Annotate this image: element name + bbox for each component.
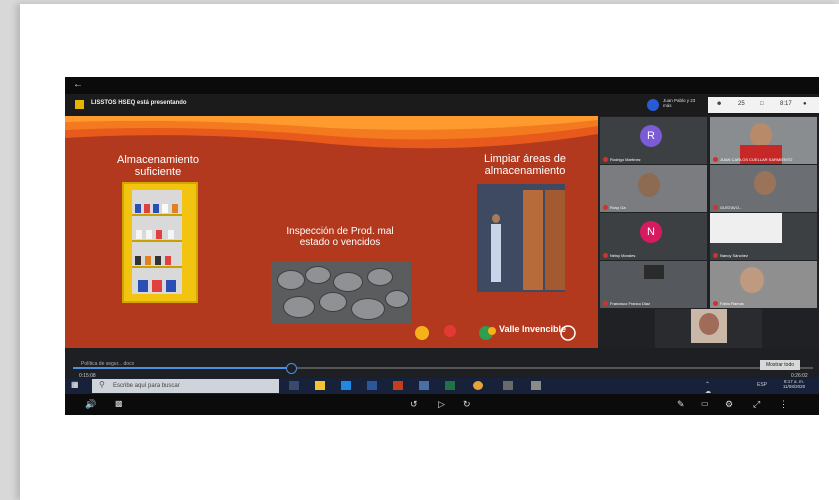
slide-header-wave xyxy=(65,116,598,149)
participant-tile[interactable]: GUSTAVO... xyxy=(710,165,817,212)
media-overlay xyxy=(65,348,819,378)
progress-knob[interactable] xyxy=(286,363,297,374)
forward-icon[interactable]: ↻ xyxy=(463,399,471,410)
participant-tile[interactable]: Rosy Ga xyxy=(600,165,707,212)
presenter-user: Juan Pablo y 23 más xyxy=(663,98,696,108)
fullscreen-icon[interactable]: ⤢ xyxy=(753,399,760,410)
slide-text-cleaning: Limpiar áreas de almacenamiento xyxy=(484,153,566,177)
progress-track[interactable] xyxy=(73,367,813,369)
participant-name: Rodrigo Martínez xyxy=(610,156,641,162)
avatar: N xyxy=(640,221,662,243)
back-arrow-icon[interactable]: ← xyxy=(73,79,83,90)
chrome-icon[interactable] xyxy=(473,381,483,390)
sponsor-logos xyxy=(415,325,576,341)
mic-off-icon xyxy=(713,157,718,162)
mic-off-icon xyxy=(603,205,608,210)
mic-off-icon xyxy=(713,301,718,306)
screen-icon[interactable]: ▭ xyxy=(701,399,709,408)
more-icon[interactable]: ⋮ xyxy=(779,399,788,410)
mic-off-icon xyxy=(713,205,718,210)
storage-room-photo xyxy=(477,184,565,292)
presentation-slide: Almacenamiento suficiente Inspección de … xyxy=(65,116,598,348)
search-placeholder: Escribe aquí para buscar xyxy=(113,383,180,389)
participant-name: Francisco Franco Diaz xyxy=(610,300,651,306)
edge-icon[interactable] xyxy=(341,381,351,390)
participant-tile[interactable]: Nancy Sánchez xyxy=(710,213,817,260)
mic-off-icon xyxy=(603,301,608,306)
screenshot-frame: ← LISSTOS HSEQ está presentando Juan Pab… xyxy=(65,77,819,415)
mic-off-icon xyxy=(713,253,718,258)
mic-off-icon xyxy=(603,157,608,162)
taskbar-clock[interactable]: 8:17 a. m. 11/08/2020 xyxy=(779,379,809,389)
task-view-icon[interactable] xyxy=(289,381,299,390)
participant-grid: R Rodrigo Martínez JUAN CARLOS CUELLAR S… xyxy=(598,116,819,356)
safety-cabinet-image xyxy=(122,182,198,303)
meeting-time: 8:17 xyxy=(780,101,792,107)
participant-name: Nelsy Morales xyxy=(610,252,636,258)
language-indicator[interactable]: ESP xyxy=(757,382,773,391)
app-icon-3[interactable] xyxy=(531,381,541,390)
participant-count: 25 xyxy=(738,101,745,107)
powerpoint-icon[interactable] xyxy=(393,381,403,390)
edit-icon[interactable]: ✎ xyxy=(677,399,685,410)
participant-name: Fabio Ramos xyxy=(720,300,744,306)
rewind-icon[interactable]: ↺ xyxy=(410,399,418,410)
search-icon: ⚲ xyxy=(99,380,105,389)
meeting-controls: ☻ 25 □ 8:17 ● xyxy=(708,97,819,113)
mic-off-icon xyxy=(603,253,608,258)
account-icon[interactable]: ● xyxy=(803,101,807,107)
progress-fill xyxy=(73,367,288,369)
chat-icon[interactable]: □ xyxy=(760,101,764,107)
participant-tile[interactable]: Fabio Ramos xyxy=(710,261,817,308)
word-icon[interactable] xyxy=(367,381,377,390)
participant-tile[interactable]: Francisco Franco Diaz xyxy=(600,261,707,308)
slide-text-storage: Almacenamiento suficiente xyxy=(117,154,199,178)
excel-icon[interactable] xyxy=(445,381,455,390)
participant-tile[interactable]: JUAN CARLOS CUELLAR SARMIENTO xyxy=(710,117,817,164)
file-explorer-icon[interactable] xyxy=(315,381,325,390)
participant-tile[interactable]: N Nelsy Morales xyxy=(600,213,707,260)
tray-icons[interactable]: ⌃ ☁ ☀ xyxy=(705,381,715,402)
play-icon[interactable]: ▷ xyxy=(438,399,445,410)
participant-name: GUSTAVO... xyxy=(720,204,743,210)
clock-date: 11/08/2020 xyxy=(782,384,806,389)
people-icon[interactable]: ☻ xyxy=(716,101,722,107)
avatar: R xyxy=(640,125,662,147)
slide-text-inspection: Inspección de Prod. mal estado o vencido… xyxy=(286,226,394,248)
app-icon-2[interactable] xyxy=(503,381,513,390)
windows-start-icon[interactable]: ▦ xyxy=(71,380,81,389)
user-avatar[interactable] xyxy=(647,99,659,111)
participant-name: Nancy Sánchez xyxy=(720,252,749,258)
participant-tile[interactable]: R Rodrigo Martínez xyxy=(600,117,707,164)
top-bar: ← xyxy=(65,77,819,94)
drums-photo xyxy=(271,262,411,324)
show-all-button[interactable]: Mostrar todo xyxy=(760,360,800,370)
participant-name: Rosy Ga xyxy=(610,204,626,210)
presentation-bar: LISSTOS HSEQ está presentando Juan Pablo… xyxy=(65,94,819,116)
presenting-icon xyxy=(75,100,84,109)
participant-name: JUAN CARLOS CUELLAR SARMIENTO xyxy=(720,156,793,162)
settings-icon[interactable]: ⚙ xyxy=(725,399,733,410)
volume-icon[interactable]: 🔊 xyxy=(85,399,96,410)
app-icon[interactable] xyxy=(419,381,429,390)
captions-icon[interactable]: ▩ xyxy=(115,399,123,408)
presenter-banner: LISSTOS HSEQ está presentando xyxy=(91,100,187,106)
